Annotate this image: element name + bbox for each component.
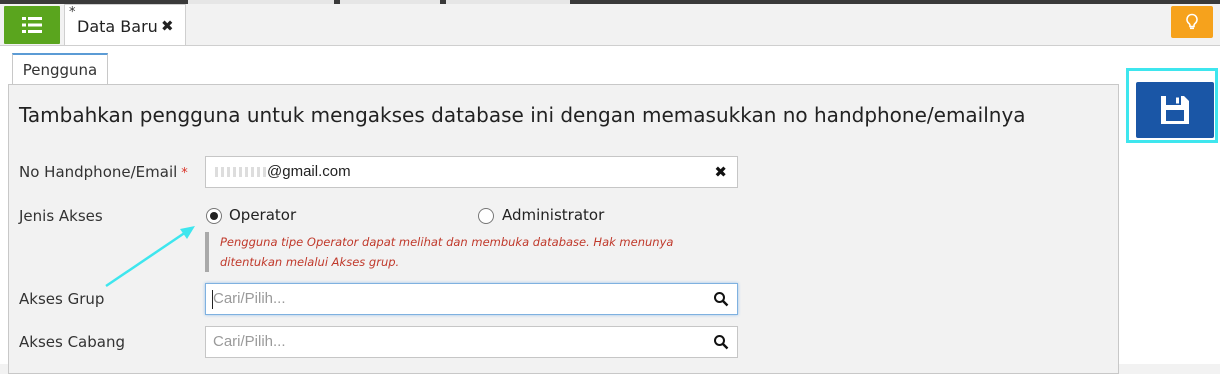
tab-title: Data Baru <box>77 17 158 36</box>
branch-access-placeholder: Cari/Pilih... <box>213 333 286 350</box>
list-icon <box>22 17 42 33</box>
tab-pengguna[interactable]: Pengguna <box>12 53 108 85</box>
lightbulb-icon <box>1186 13 1198 30</box>
contact-input[interactable]: @gmail.com ✖ <box>205 156 738 188</box>
contact-label: No Handphone/Email * <box>19 163 188 181</box>
floppy-disk-icon <box>1161 96 1189 124</box>
radio-operator-label[interactable]: Operator <box>229 206 296 224</box>
access-type-label: Jenis Akses <box>19 207 103 225</box>
search-icon[interactable] <box>713 291 729 307</box>
tab-data-baru[interactable]: * Data Baru ✖ <box>64 4 186 46</box>
note-line-1: Pengguna tipe Operator dapat melihat dan… <box>220 235 674 249</box>
radio-administrator-label[interactable]: Administrator <box>502 206 604 224</box>
hint-button[interactable] <box>1171 6 1213 38</box>
save-button[interactable] <box>1136 82 1214 138</box>
unsaved-marker: * <box>69 5 76 20</box>
contact-label-text: No Handphone/Email <box>19 163 178 181</box>
radio-administrator[interactable] <box>478 208 494 224</box>
note-line-2: ditentukan melalui Akses grup. <box>220 255 400 269</box>
search-icon[interactable] <box>713 334 729 350</box>
access-type-note: Pengguna tipe Operator dapat melihat dan… <box>205 232 725 272</box>
branch-access-input[interactable]: Cari/Pilih... <box>205 326 738 358</box>
group-access-label: Akses Grup <box>19 290 105 308</box>
contact-input-value: @gmail.com <box>215 163 351 180</box>
close-icon[interactable]: ✖ <box>161 17 174 35</box>
annotation-arrow <box>105 226 195 288</box>
required-marker: * <box>181 166 188 181</box>
form-heading: Tambahkan pengguna untuk mengakses datab… <box>19 103 1026 127</box>
radio-operator[interactable] <box>206 208 222 224</box>
group-access-input[interactable]: Cari/Pilih... <box>205 283 738 315</box>
redacted-text <box>215 167 267 178</box>
clear-icon[interactable]: ✖ <box>714 163 727 181</box>
branch-access-label: Akses Cabang <box>19 333 125 351</box>
menu-button[interactable] <box>4 6 60 44</box>
group-access-placeholder: Cari/Pilih... <box>213 290 286 307</box>
